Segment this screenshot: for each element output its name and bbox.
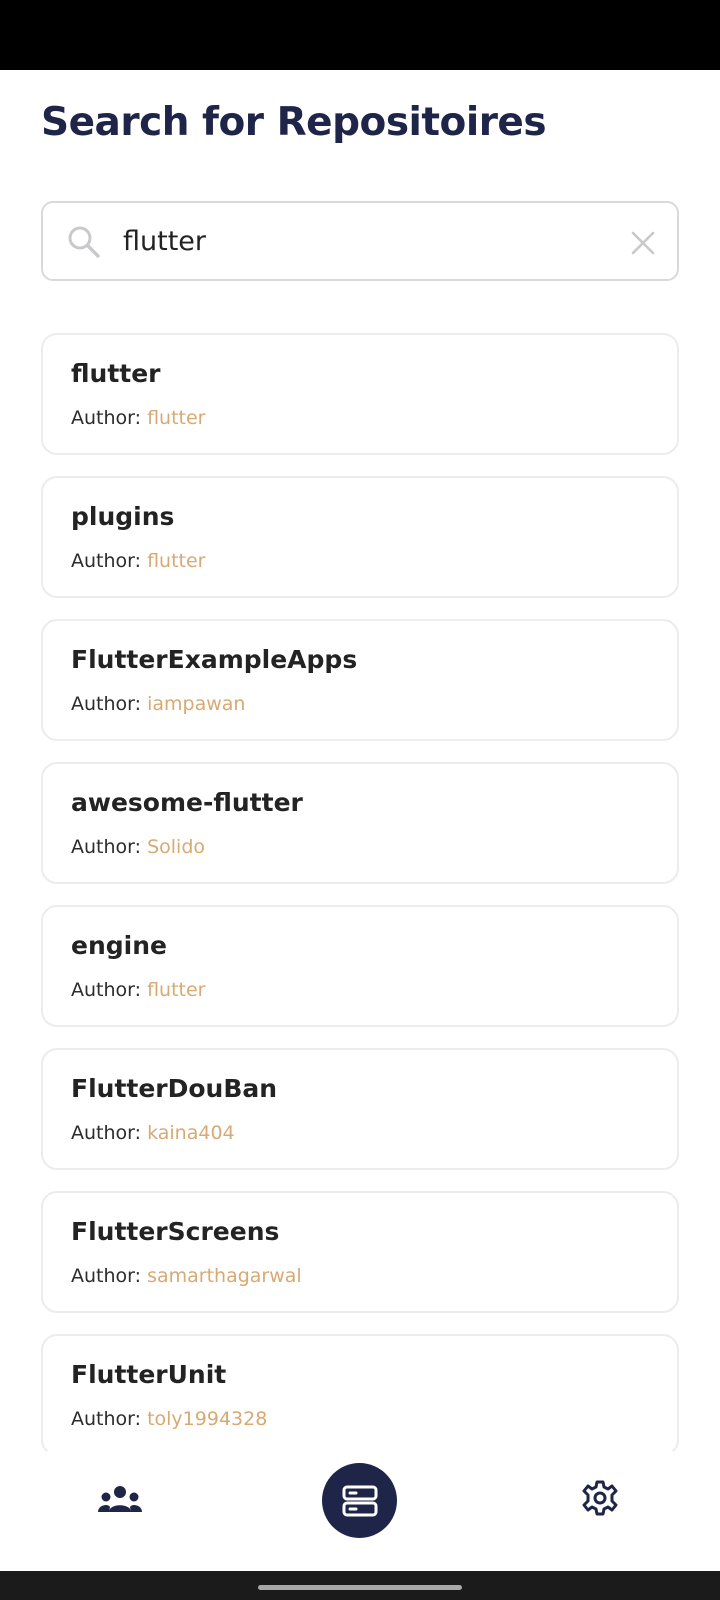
author-name: toly1994328 <box>147 1408 268 1430</box>
nav-repositories-button[interactable] <box>322 1463 397 1538</box>
bottom-navigation <box>0 1451 720 1571</box>
search-icon <box>68 226 100 258</box>
repository-author: Author: kaina404 <box>71 1122 235 1144</box>
system-navigation-bar <box>0 1571 720 1600</box>
author-name: flutter <box>147 550 206 572</box>
repositories-icon <box>342 1485 377 1516</box>
repository-name: FlutterDouBan <box>71 1074 278 1103</box>
page-title: Search for Repositoires <box>41 100 547 145</box>
gear-icon <box>582 1480 618 1516</box>
author-label: Author: <box>71 1408 148 1430</box>
author-label: Author: <box>71 407 148 429</box>
repository-author: Author: Solido <box>71 836 205 858</box>
repository-card[interactable]: engine Author: flutter <box>41 905 679 1027</box>
repository-card[interactable]: FlutterDouBan Author: kaina404 <box>41 1048 679 1170</box>
repository-author: Author: samarthagarwal <box>71 1265 302 1287</box>
repository-name: FlutterExampleApps <box>71 645 358 674</box>
status-bar <box>0 0 720 70</box>
author-label: Author: <box>71 836 148 858</box>
repository-card[interactable]: FlutterExampleApps Author: iampawan <box>41 619 679 741</box>
repository-name: awesome-flutter <box>71 788 303 817</box>
author-name: iampawan <box>147 693 246 715</box>
nav-settings-button[interactable] <box>575 1473 625 1523</box>
author-label: Author: <box>71 1265 148 1287</box>
repository-name: engine <box>71 931 167 960</box>
author-name: Solido <box>147 836 206 858</box>
repository-author: Author: toly1994328 <box>71 1408 267 1430</box>
repository-card[interactable]: awesome-flutter Author: Solido <box>41 762 679 884</box>
repository-name: FlutterScreens <box>71 1217 280 1246</box>
author-label: Author: <box>71 979 148 1001</box>
users-icon <box>98 1486 142 1512</box>
home-indicator[interactable] <box>258 1585 462 1590</box>
author-label: Author: <box>71 550 148 572</box>
repository-name: flutter <box>71 359 161 388</box>
repository-card[interactable]: plugins Author: flutter <box>41 476 679 598</box>
author-name: flutter <box>147 407 206 429</box>
author-name: samarthagarwal <box>147 1265 302 1287</box>
author-label: Author: <box>71 1122 148 1144</box>
repository-card[interactable]: flutter Author: flutter <box>41 333 679 455</box>
repository-name: FlutterUnit <box>71 1360 227 1389</box>
search-box[interactable] <box>41 201 679 281</box>
repository-name: plugins <box>71 502 175 531</box>
repository-author: Author: flutter <box>71 550 206 572</box>
repository-author: Author: flutter <box>71 979 206 1001</box>
close-icon[interactable] <box>628 228 658 258</box>
search-input[interactable] <box>123 217 603 265</box>
repository-card[interactable]: FlutterScreens Author: samarthagarwal <box>41 1191 679 1313</box>
author-name: flutter <box>147 979 206 1001</box>
author-label: Author: <box>71 693 148 715</box>
repository-author: Author: iampawan <box>71 693 245 715</box>
nav-users-button[interactable] <box>90 1477 150 1523</box>
repository-list[interactable]: flutter Author: flutter plugins Author: … <box>41 333 679 1451</box>
repository-author: Author: flutter <box>71 407 206 429</box>
author-name: kaina404 <box>147 1122 235 1144</box>
repository-card[interactable]: FlutterUnit Author: toly1994328 <box>41 1334 679 1451</box>
